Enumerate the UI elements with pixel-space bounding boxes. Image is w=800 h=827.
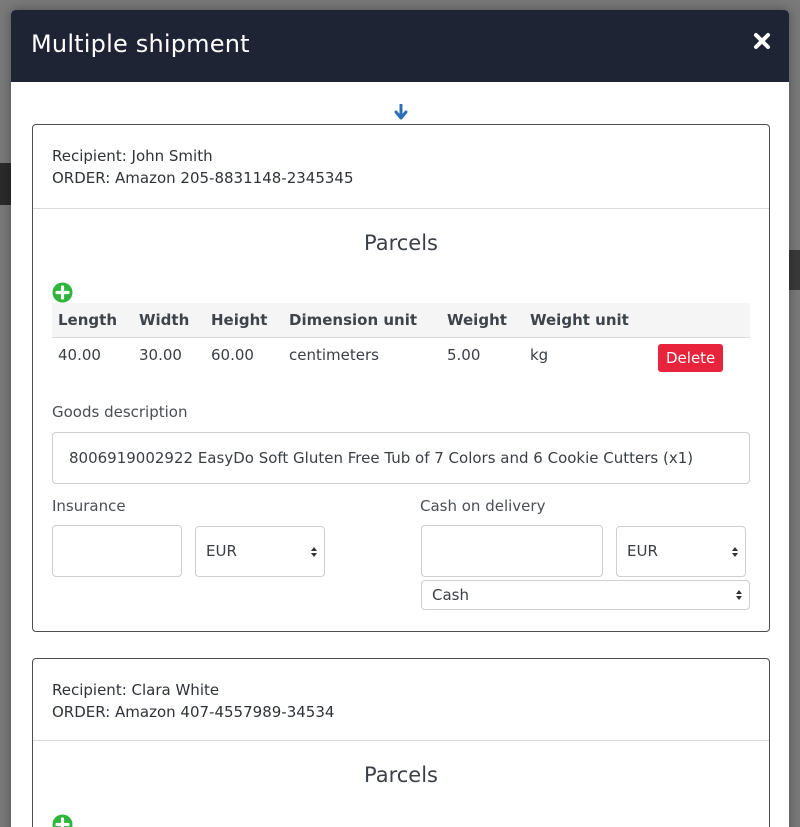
table-row: 40.00 30.00 60.00 centimeters 5.00 kg De… — [52, 337, 750, 372]
background-dark-block — [0, 163, 11, 205]
cash-on-delivery-method-select[interactable]: Cash — [421, 580, 750, 610]
select-caret-icon — [732, 546, 738, 557]
column-header-height: Height — [205, 303, 283, 338]
select-caret-icon — [736, 590, 742, 600]
cell-actions: Delete — [652, 337, 750, 372]
cell-dimension-unit: centimeters — [289, 345, 379, 364]
cash-on-delivery-amount-input[interactable] — [421, 525, 603, 577]
column-header-length: Length — [52, 303, 133, 338]
column-header-weight: Weight — [441, 303, 524, 338]
add-parcel-icon[interactable] — [52, 282, 73, 303]
cash-on-delivery-currency-select[interactable]: EUR — [616, 526, 746, 577]
insurance-amount-input[interactable] — [52, 525, 182, 577]
parcels-title: Parcels — [363, 231, 438, 255]
shipment-card: Recipient: John Smith ORDER: Amazon 205-… — [32, 124, 770, 632]
recipient-label: Recipient: John Smith — [52, 147, 213, 165]
modal-header: Multiple shipment — [11, 10, 789, 82]
insurance-label: Insurance — [52, 497, 126, 515]
cell-weight: 5.00 — [447, 345, 481, 364]
goods-description-label: Goods description — [52, 403, 188, 421]
delete-parcel-button[interactable]: Delete — [658, 343, 724, 372]
order-label: ORDER: Amazon 407-4557989-34534 — [52, 703, 335, 721]
shipment-header: Recipient: Clara White ORDER: Amazon 407… — [33, 659, 769, 741]
cell-length: 40.00 — [58, 345, 101, 364]
cell-width: 30.00 — [139, 345, 182, 364]
column-header-dimension-unit: Dimension unit — [283, 303, 441, 338]
shipment-header: Recipient: John Smith ORDER: Amazon 205-… — [33, 125, 769, 209]
parcels-table: Length Width Height Dimension unit Weigh… — [52, 303, 750, 372]
insurance-currency-value: EUR — [206, 542, 237, 560]
cell-height: 60.00 — [211, 345, 254, 364]
parcels-title: Parcels — [363, 763, 438, 787]
close-icon[interactable] — [753, 32, 771, 50]
cash-on-delivery-label: Cash on delivery — [420, 497, 546, 515]
select-caret-icon — [311, 546, 317, 557]
column-header-weight-unit: Weight unit — [524, 303, 652, 338]
parcels-table-header: Length Width Height Dimension unit Weigh… — [52, 303, 750, 338]
multiple-shipment-modal: Multiple shipment Recipient: John Smith … — [11, 10, 789, 827]
cell-weight-unit: kg — [530, 345, 549, 364]
cash-on-delivery-currency-value: EUR — [627, 542, 658, 560]
modal-title: Multiple shipment — [31, 30, 250, 58]
arrow-down-icon — [394, 104, 408, 120]
order-label: ORDER: Amazon 205-8831148-2345345 — [52, 169, 354, 187]
shipment-card: Recipient: Clara White ORDER: Amazon 407… — [32, 658, 770, 827]
column-header-actions — [652, 303, 750, 338]
cash-on-delivery-method-value: Cash — [432, 586, 469, 604]
add-parcel-icon[interactable] — [52, 814, 73, 827]
goods-description-input[interactable]: 8006919002922 EasyDo Soft Gluten Free Tu… — [52, 432, 750, 484]
column-header-width: Width — [133, 303, 205, 338]
insurance-currency-select[interactable]: EUR — [195, 526, 325, 577]
recipient-label: Recipient: Clara White — [52, 681, 220, 699]
background-dark-block-right — [789, 250, 800, 290]
